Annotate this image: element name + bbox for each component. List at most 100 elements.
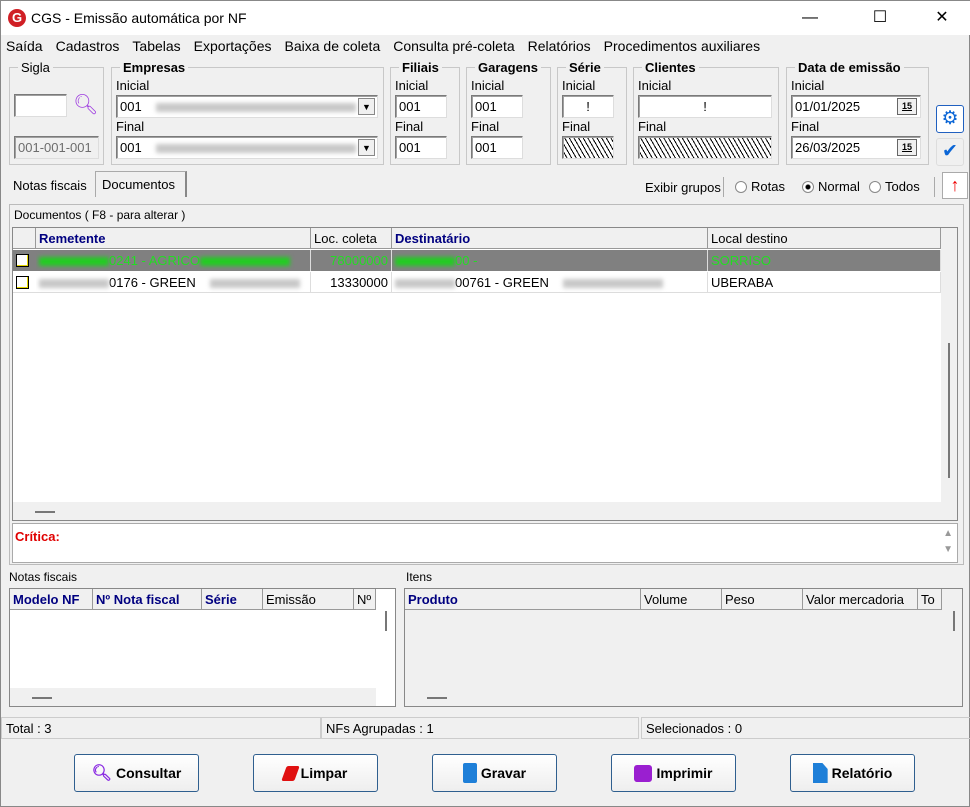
header-numero-nf[interactable]: Nº Nota fiscal [93,589,202,610]
critica-box: Crítica: ▲ ▼ [12,523,958,563]
scrollbar-thumb[interactable] [385,611,387,631]
cell-remetente: 0241 - AGRICO [109,253,201,268]
header-modelo-nf[interactable]: Modelo NF [10,589,93,610]
imprimir-label: Imprimir [656,765,713,781]
search-icon[interactable]: 🔍︎ [73,92,98,117]
menu-exportacoes[interactable]: Exportações [189,36,280,58]
header-valor-mercadoria[interactable]: Valor mercadoria [803,589,918,610]
notas-fiscais-grid: Modelo NF Nº Nota fiscal Série Emissão N… [9,588,396,707]
empresa-final-select[interactable]: 001 ▼ [116,136,378,159]
tab-documentos[interactable]: Documentos [95,171,187,197]
calendar-icon[interactable]: 15 [897,139,917,156]
menu-consulta-pre-coleta[interactable]: Consulta pré-coleta [388,36,522,58]
data-final-input[interactable]: 26/03/2025 15 [791,136,921,159]
settings-gear-button[interactable]: ⚙ [936,105,964,133]
sigla-group: Sigla 🔍︎ 001-001-001 [9,61,104,165]
scrollbar-thumb[interactable] [953,611,955,631]
calendar-icon[interactable]: 15 [897,98,917,115]
data-inicial-input[interactable]: 01/01/2025 15 [791,95,921,118]
cliente-final-input[interactable] [638,136,772,159]
cell-local-destino: SORRISO [708,250,941,271]
header-loc-coleta[interactable]: Loc. coleta [311,228,392,249]
data-inicial-value: 01/01/2025 [795,99,861,114]
cell-loc-coleta: 78000000 [311,250,392,271]
relatorio-button[interactable]: Relatório [790,754,915,792]
filial-final-input[interactable]: 001 [395,136,447,159]
radio-normal[interactable]: Normal [802,179,860,194]
header-emissao[interactable]: Emissão [263,589,354,610]
menu-baixa-coleta[interactable]: Baixa de coleta [280,36,389,58]
menu-procedimentos[interactable]: Procedimentos auxiliares [599,36,768,58]
gear-icon: ⚙ [941,108,959,129]
document-icon [812,763,828,783]
printer-icon [634,764,653,782]
header-local-destino[interactable]: Local destino [708,228,941,249]
chevron-down-icon[interactable]: ▼ [358,98,375,115]
row-checkbox[interactable] [16,276,29,289]
cell-remetente: 0176 - GREEN [109,275,196,290]
gravar-button[interactable]: Gravar [432,754,557,792]
menu-tabelas[interactable]: Tabelas [127,36,188,58]
garagens-group: Garagens Inicial 001 Final 001 [466,61,551,165]
header-produto[interactable]: Produto [405,589,641,610]
imprimir-button[interactable]: Imprimir [611,754,736,792]
scroll-arrows[interactable]: ▲ ▼ [943,526,953,558]
empresa-inicial-select[interactable]: 001 ▼ [116,95,378,118]
documentos-grid: Remetente Loc. coleta Destinatário Local… [12,227,958,521]
radio-todos[interactable]: Todos [869,179,920,194]
consultar-button[interactable]: 🔍︎ Consultar [74,754,199,792]
row-checkbox[interactable] [16,254,29,267]
radio-rotas[interactable]: Rotas [735,179,785,194]
cliente-inicial-input[interactable]: ! [638,95,772,118]
header-total[interactable]: To [918,589,942,610]
data-inicial-label: Inicial [791,78,825,93]
sigla-input[interactable] [14,94,67,117]
cell-loc-coleta: 13330000 [311,272,392,293]
menu-relatorios[interactable]: Relatórios [523,36,599,58]
limpar-button[interactable]: Limpar [253,754,378,792]
documentos-title: Documentos ( F8 - para alterar ) [14,208,186,222]
close-button[interactable]: ✕ [919,1,965,35]
table-row[interactable]: 0241 - AGRICO 78000000 00 - SORRISO [13,250,941,271]
itens-grid: Produto Volume Peso Valor mercadoria To [404,588,963,707]
header-serie[interactable]: Série [202,589,263,610]
horizontal-scrollbar[interactable] [13,502,941,520]
garagem-inicial-input[interactable]: 001 [471,95,523,118]
data-emissao-label: Data de emissão [795,61,904,74]
title-bar: G CGS - Emissão automática por NF — ☐ ✕ [1,1,970,35]
clientes-final-label: Final [638,119,667,134]
vertical-scrollbar[interactable] [941,228,957,520]
header-numero[interactable]: Nº [354,589,376,610]
sigla-code: 001-001-001 [14,136,99,159]
garagem-final-input[interactable]: 001 [471,136,523,159]
maximize-button[interactable]: ☐ [857,1,903,35]
garagens-final-label: Final [471,119,500,134]
menu-cadastros[interactable]: Cadastros [51,36,128,58]
header-peso[interactable]: Peso [722,589,803,610]
menu-saida[interactable]: Saída [1,36,51,58]
table-row[interactable]: 0176 - GREEN 13330000 00761 - GREEN UBER… [13,272,941,293]
filial-inicial-input[interactable]: 001 [395,95,447,118]
serie-inicial-input[interactable]: ! [562,95,614,118]
horizontal-scrollbar[interactable] [10,688,376,706]
empresa-final-value: 001 [120,140,142,155]
empresas-label: Empresas [120,61,189,74]
window-title: CGS - Emissão automática por NF [31,10,247,26]
chevron-down-icon[interactable]: ▼ [358,139,375,156]
header-destinatario[interactable]: Destinatário [392,228,708,249]
header-remetente[interactable]: Remetente [36,228,311,249]
clientes-group: Clientes Inicial ! Final [633,61,779,165]
status-selecionados: Selecionados : 0 [641,717,970,739]
documentos-panel: Documentos ( F8 - para alterar ) Remeten… [9,204,964,565]
serie-final-input[interactable] [562,136,614,159]
header-volume[interactable]: Volume [641,589,722,610]
radio-normal-label: Normal [818,179,860,194]
relatorio-label: Relatório [831,765,893,781]
cell-destinatario: 00761 - GREEN [455,275,549,290]
empresas-final-label: Final [116,119,145,134]
arrow-up-button[interactable]: ↑ [942,172,968,199]
tab-notas-fiscais[interactable]: Notas fiscais [9,173,91,199]
confirm-button[interactable]: ✔ [936,138,964,166]
horizontal-scrollbar[interactable] [427,697,447,699]
minimize-button[interactable]: — [787,1,833,35]
